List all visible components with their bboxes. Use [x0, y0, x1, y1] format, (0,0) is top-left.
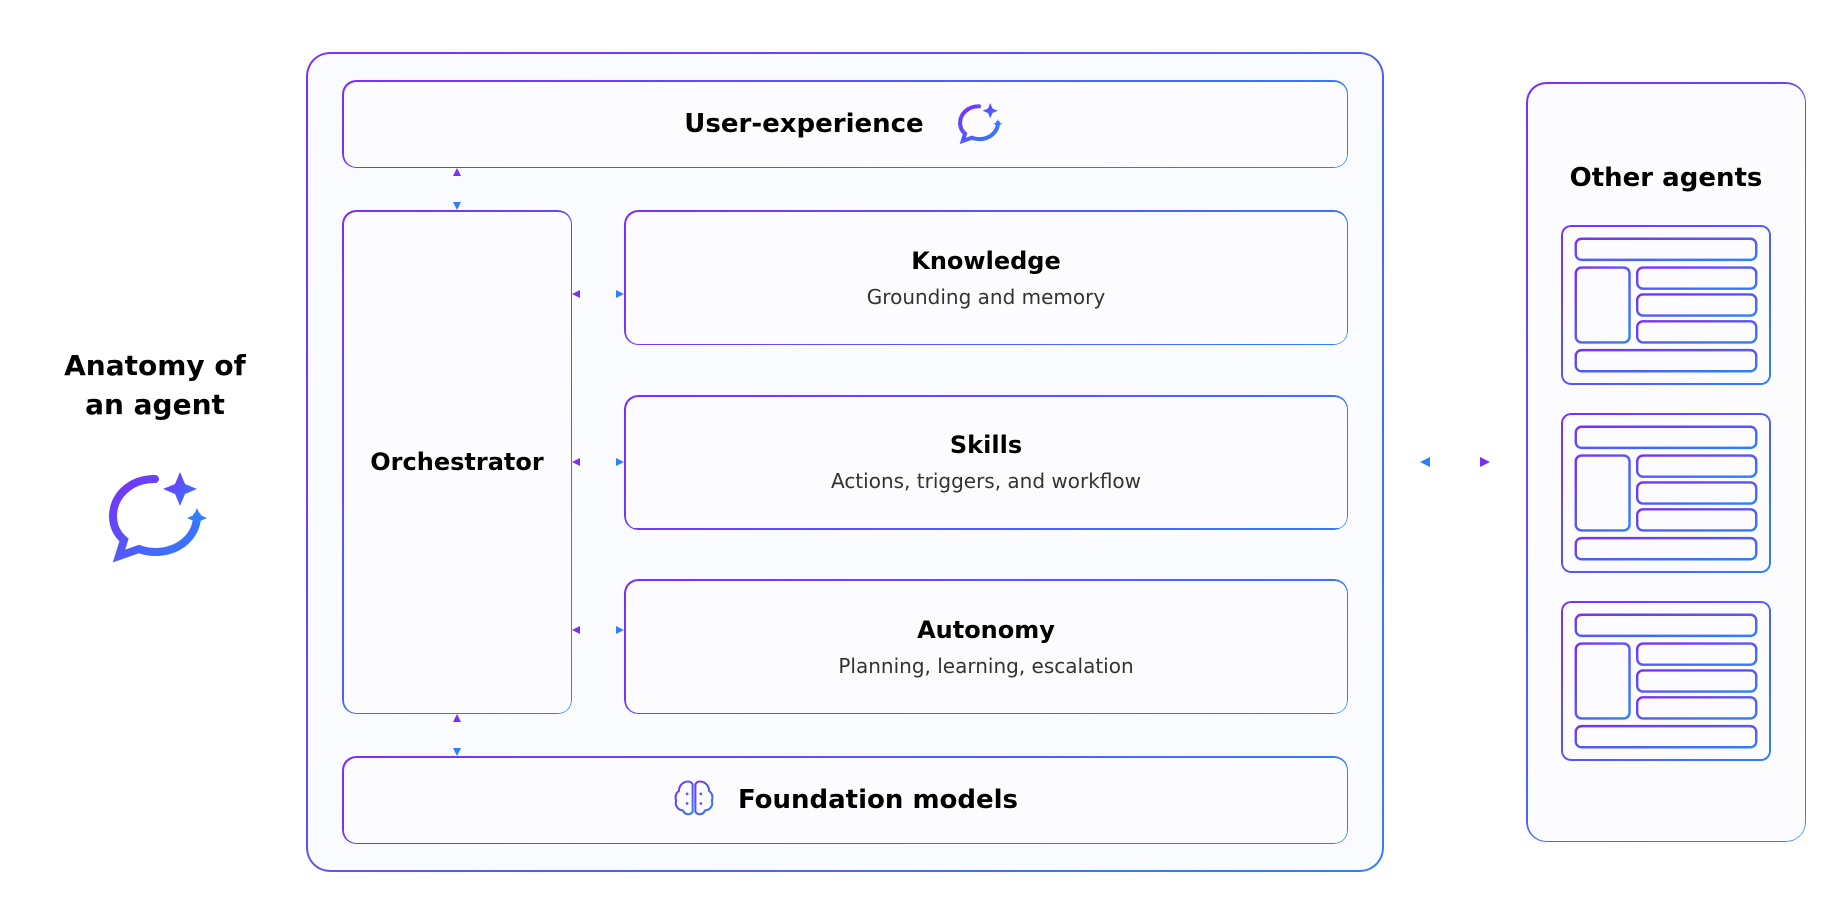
connector-orch-knowledge: [572, 286, 624, 302]
connector-orch-skills: [572, 454, 624, 470]
connector-orch-foundation: [342, 714, 572, 756]
knowledge-box: Knowledge Grounding and memory: [624, 210, 1348, 345]
connector-orch-autonomy: [572, 622, 624, 638]
foundation-models-box: Foundation models: [342, 756, 1348, 844]
autonomy-sub: Planning, learning, escalation: [838, 654, 1133, 678]
skills-sub: Actions, triggers, and workflow: [831, 469, 1141, 493]
label-line1: Anatomy of: [64, 349, 246, 382]
brain-icon: [672, 776, 716, 824]
autonomy-box: Autonomy Planning, learning, escalation: [624, 579, 1348, 714]
foundation-title: Foundation models: [738, 785, 1018, 815]
other-agents-panel: Other agents: [1526, 82, 1806, 842]
skills-box: Skills Actions, triggers, and workflow: [624, 395, 1348, 530]
diagram-label: Anatomy of an agent: [40, 346, 270, 578]
orchestrator-title: Orchestrator: [370, 448, 543, 476]
autonomy-title: Autonomy: [917, 616, 1055, 644]
knowledge-sub: Grounding and memory: [867, 285, 1105, 309]
agent-container: User-experience Orchestrato: [306, 52, 1384, 872]
mini-agent-icon: [1561, 225, 1771, 385]
mini-agent-icon: [1561, 413, 1771, 573]
chat-sparkle-icon: [40, 454, 270, 578]
orchestrator-box: Orchestrator: [342, 210, 572, 714]
skills-title: Skills: [950, 431, 1022, 459]
connector-ux-orchestrator: [342, 168, 572, 210]
label-line2: an agent: [85, 388, 225, 421]
knowledge-title: Knowledge: [911, 247, 1060, 275]
mini-agent-icon: [1561, 601, 1771, 761]
chat-sparkle-icon: [952, 95, 1006, 153]
user-experience-title: User-experience: [684, 109, 923, 139]
user-experience-box: User-experience: [342, 80, 1348, 168]
other-agents-title: Other agents: [1570, 163, 1763, 193]
connector-agent-other: [1420, 454, 1490, 470]
